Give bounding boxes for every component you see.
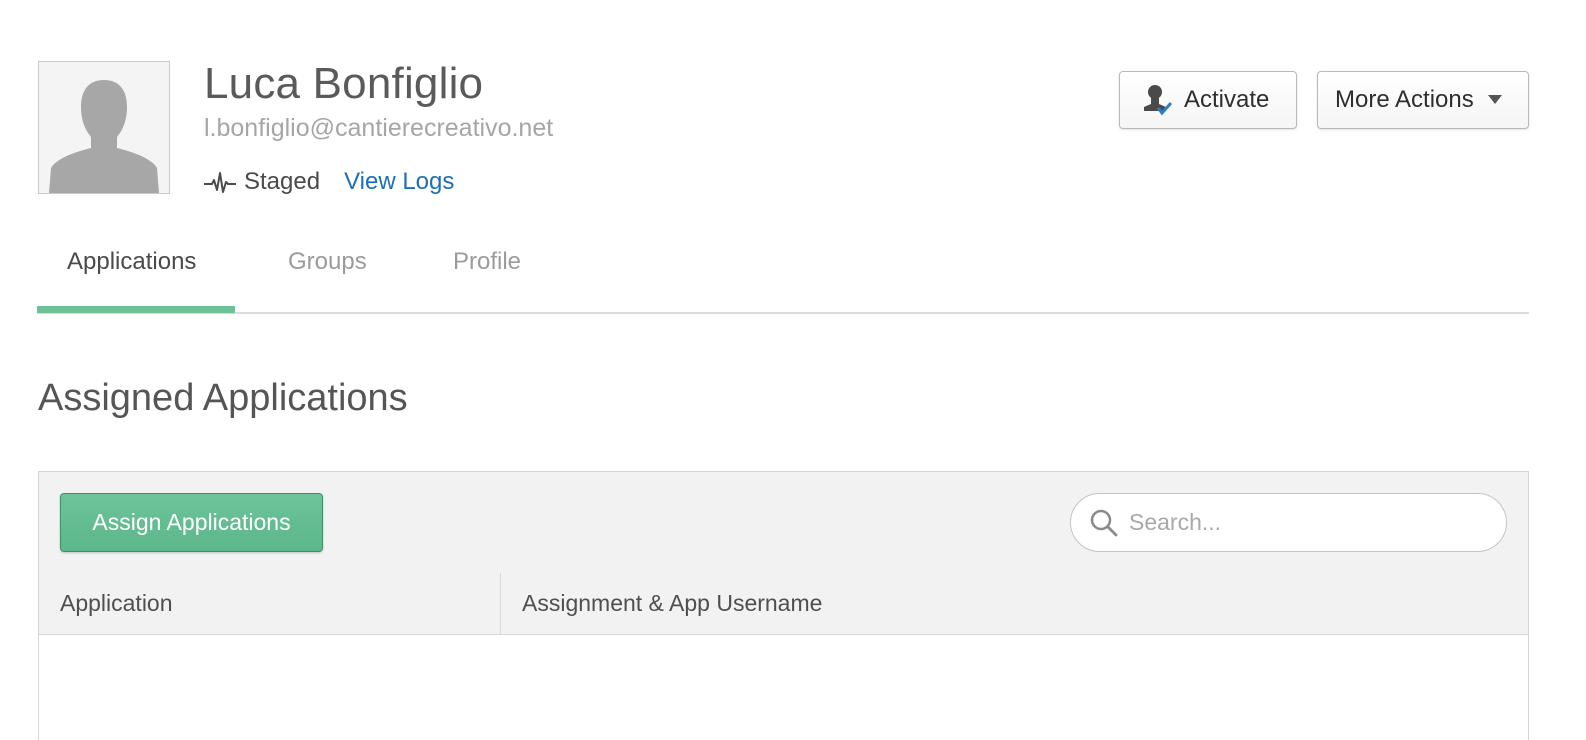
search-icon: [1089, 508, 1119, 538]
tab-applications[interactable]: Applications: [67, 248, 196, 276]
section-title: Assigned Applications: [38, 377, 408, 419]
view-logs-link[interactable]: View Logs: [344, 168, 454, 196]
user-name: Luca Bonfiglio: [204, 59, 484, 108]
search-input[interactable]: [1127, 508, 1491, 537]
user-silhouette-icon: [39, 62, 169, 193]
status-text: Staged: [244, 168, 321, 195]
assign-applications-button[interactable]: Assign Applications: [60, 493, 323, 552]
more-actions-button[interactable]: More Actions: [1317, 71, 1529, 129]
caret-down-icon: [1487, 95, 1502, 105]
activate-button[interactable]: Activate: [1119, 71, 1297, 129]
user-profile-page: Luca Bonfiglio l.bonfiglio@cantierecreat…: [0, 0, 1586, 740]
pulse-icon: [204, 171, 236, 193]
tab-profile[interactable]: Profile: [453, 248, 521, 276]
table-header: Application Assignment & App Username: [39, 573, 1528, 635]
active-tab-indicator: [37, 306, 235, 313]
tab-groups[interactable]: Groups: [288, 248, 367, 276]
panel-toolbar: Assign Applications: [39, 472, 1528, 574]
assigned-applications-panel: Assign Applications Application Assignme…: [38, 471, 1529, 740]
avatar: [38, 61, 170, 194]
search-box[interactable]: [1070, 493, 1507, 552]
tab-bar: Applications Groups Profile: [37, 236, 1529, 314]
status-row: Staged View Logs: [204, 166, 454, 198]
column-header-application[interactable]: Application: [39, 573, 501, 634]
user-email: l.bonfiglio@cantierecreativo.net: [204, 114, 554, 142]
more-actions-label: More Actions: [1335, 86, 1474, 113]
column-header-assignment[interactable]: Assignment & App Username: [501, 573, 1528, 634]
activate-label: Activate: [1184, 86, 1270, 113]
person-check-icon: [1140, 84, 1174, 116]
